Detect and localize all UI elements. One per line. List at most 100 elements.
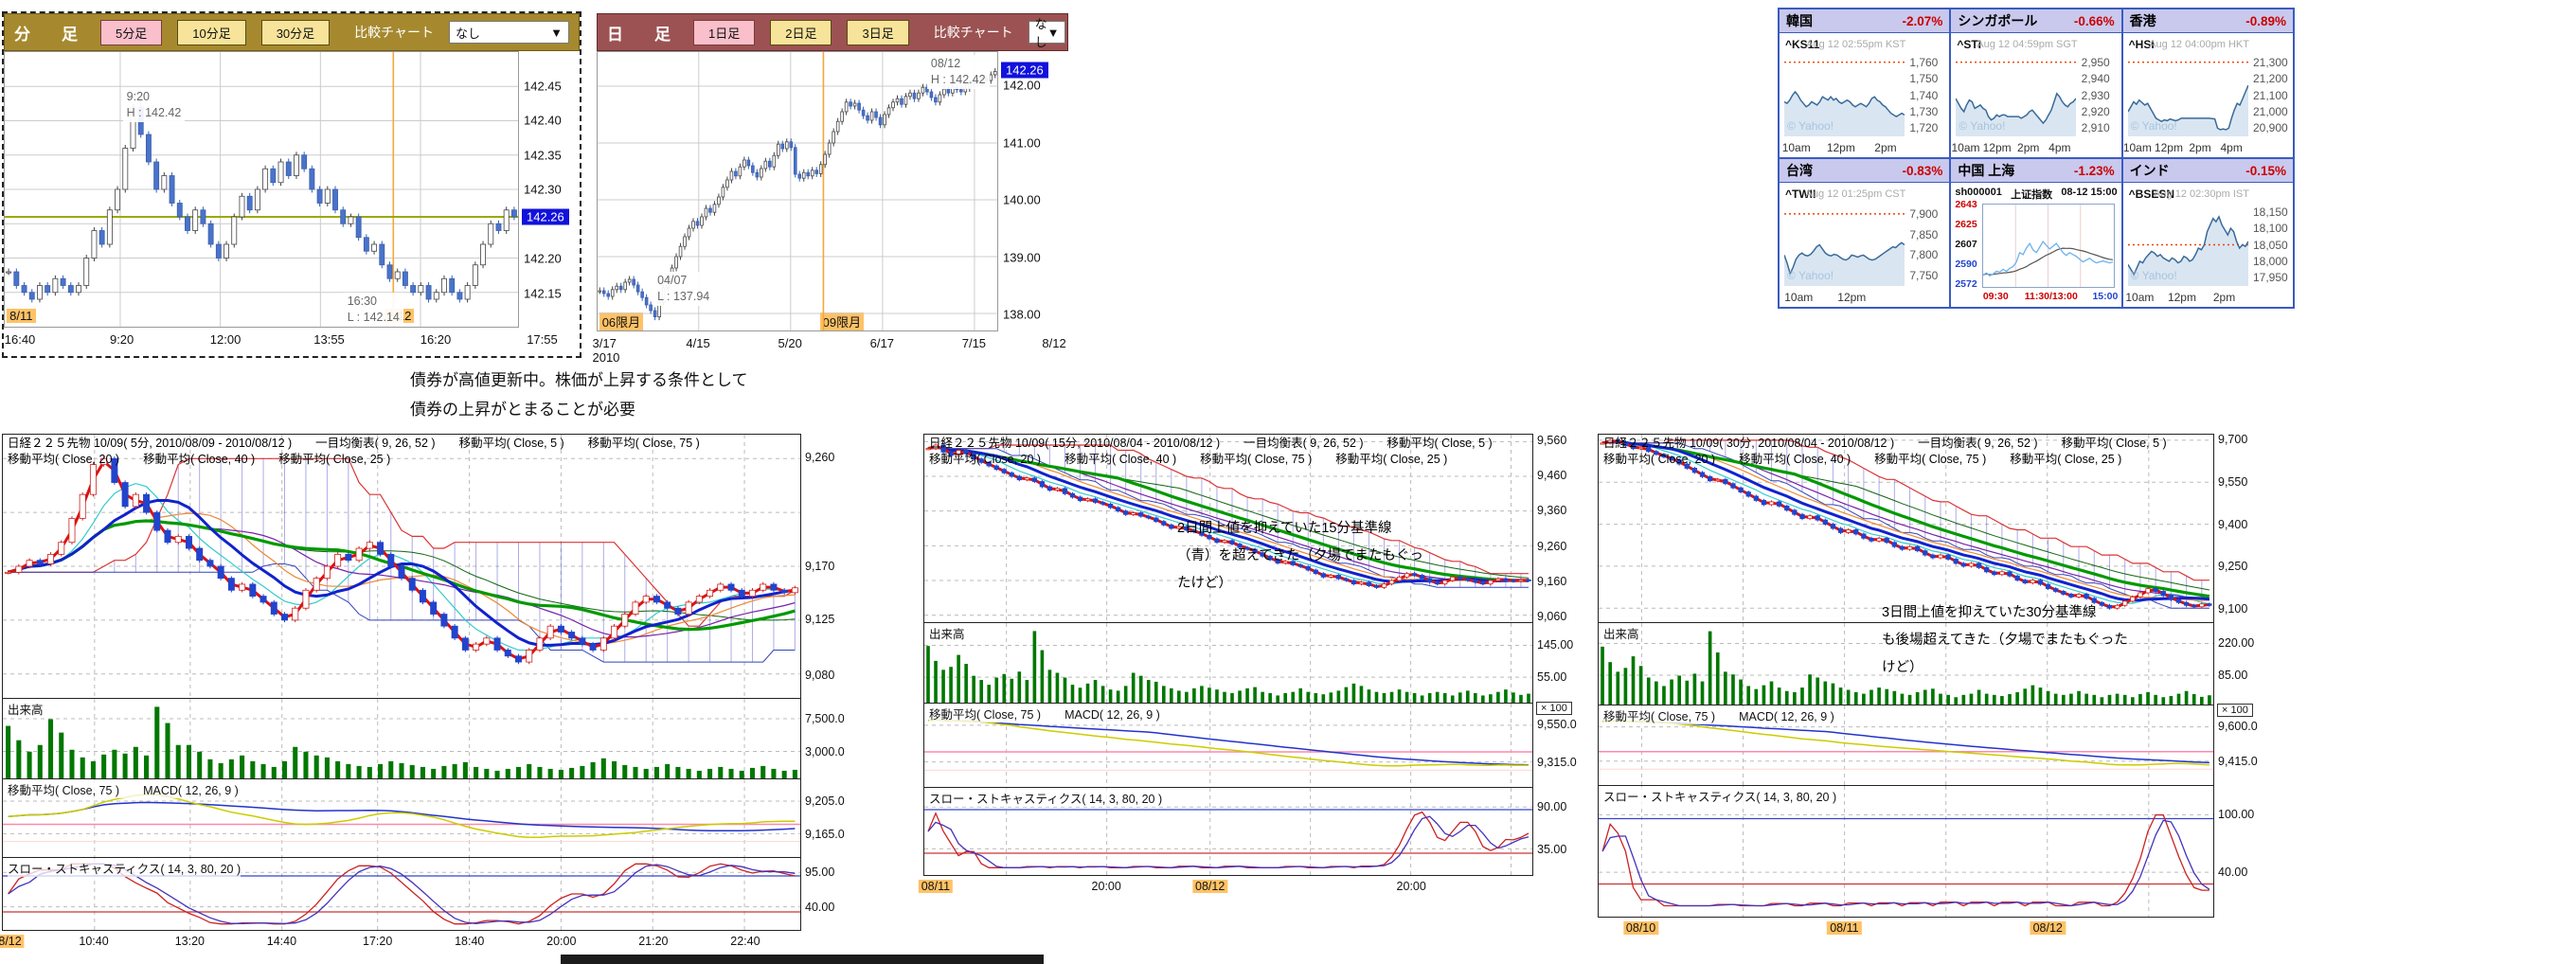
indicator-list: 移動平均( Close, 20 ) 移動平均( Close, 40 ) 移動平均… (929, 453, 1447, 466)
market-time: Aug 12 01:25pm CST (1806, 188, 1906, 200)
price-axis: 9,5609,4609,3609,2609,1609,060 (1533, 434, 1592, 623)
bond-daily-title: 日 足 (607, 21, 678, 45)
market-name: シンガポール (1958, 11, 2037, 30)
market-symbol: sh000001 (1955, 187, 2002, 201)
chart-title: 日経２２５先物 10/09( 15分, 2010/08/04 - 2010/08… (929, 437, 1493, 450)
market-change: -0.83% (1903, 164, 1943, 178)
compare-chart-select[interactable]: なし▼ (449, 21, 569, 44)
volume-axis: 7,500.03,000.0 (801, 698, 860, 779)
market-name: 台湾 (1786, 161, 1813, 180)
main-pane: 日経２２５先物 10/09( 30分, 2010/08/04 - 2010/08… (1598, 434, 2214, 623)
stochastics-axis: 95.0040.00 (801, 857, 860, 931)
time-axis: 08/1120:0008/1220:00 (923, 876, 1533, 899)
market-cell-shanghai[interactable]: 中国 上海-1.23% sh000001 上证指数 08-12 15:00 26… (1951, 159, 2120, 307)
market-change: -0.89% (2245, 14, 2286, 28)
index-name: 上证指数 (2011, 187, 2052, 201)
market-cell-taiwan[interactable]: 台湾-0.83% ^TWII Aug 12 01:25pm CST 7,9007… (1780, 159, 1949, 307)
chevron-down-icon: ▼ (550, 26, 563, 40)
price-axis: 9,7009,5509,4009,2509,100 (2214, 434, 2273, 623)
macd-label: 移動平均( Close, 75 ) MACD( 12, 26, 9 ) (8, 780, 239, 798)
yahoo-watermark: © Yahoo! (2131, 119, 2177, 133)
nikkei-5min-chart: 日経２２５先物 10/09( 5分, 2010/08/09 - 2010/08/… (2, 434, 860, 954)
world-markets-panel: 韓国-2.07% ^KS11 Aug 12 02:55pm KST 1,7601… (1778, 8, 2295, 309)
compare-chart-select[interactable]: なし▼ (1029, 21, 1066, 44)
stochastics-axis: 90.0035.00 (1533, 787, 1592, 876)
yahoo-watermark: © Yahoo! (1787, 269, 1834, 282)
stochastics-pane: スロー・ストキャスティクス( 14, 3, 80, 20 ) (923, 787, 1533, 876)
note-line2: 債券の上昇がとまることが必要 (410, 395, 748, 424)
stochastics-axis: 100.0040.00 (2214, 785, 2273, 918)
macd-pane: 移動平均( Close, 75 ) MACD( 12, 26, 9 ) (1598, 705, 2214, 786)
bond-daily-toolbar: 日 足 1日足 2日足 3日足 比較チャート なし▼ (597, 13, 1068, 51)
compare-chart-label: 比較チャート (934, 23, 1013, 42)
market-cell-hongkong[interactable]: 香港-0.89% ^HSI Aug 12 04:00pm HKT 21,3002… (2123, 9, 2293, 157)
yahoo-watermark: © Yahoo! (1787, 119, 1834, 133)
main-pane: 日経２２５先物 10/09( 5分, 2010/08/09 - 2010/08/… (2, 434, 801, 699)
desktop: 分 足 5分足 10分足 30分足 比較チャート なし▼ 9:20 H : 14… (0, 0, 2576, 964)
stochastics-pane: スロー・ストキャスティクス( 14, 3, 80, 20 ) (1598, 785, 2214, 918)
macd-axis: 9,205.09,165.0 (801, 778, 860, 858)
window-edge (561, 955, 1044, 964)
low-annotation: 04/07 L : 137.94 (653, 272, 713, 306)
market-name: 香港 (2130, 11, 2156, 30)
volume-label: 出来高 (8, 700, 44, 718)
volume-label: 出来高 (1603, 624, 1639, 642)
bond-minute-toolbar: 分 足 5分足 10分足 30分足 比較チャート なし▼ (4, 13, 580, 51)
annotation-30min: 3日間上値を抑えていた30分基準線 も後場超えてきた（夕場でまたもぐった けど） (1882, 599, 2175, 682)
market-time: Aug 12 04:59pm SGT (1977, 39, 2077, 50)
note-text: 債券が高値更新中。株価が上昇する条件として 債券の上昇がとまることが必要 (410, 366, 748, 424)
chart-title: 日経２２５先物 10/09( 5分, 2010/08/09 - 2010/08/… (8, 437, 700, 450)
price-axis: 9,2609,1709,1259,080 (801, 434, 860, 699)
volume-label: 出来高 (929, 624, 965, 642)
macd-axis: 9,550.09,315.0 (1533, 703, 1592, 788)
stochastics-label: スロー・ストキャスティクス( 14, 3, 80, 20 ) (8, 859, 241, 877)
macd-label: 移動平均( Close, 75 ) MACD( 12, 26, 9 ) (1603, 706, 1834, 724)
market-name: 韓国 (1786, 11, 1813, 30)
high-annotation: 9:20 H : 142.42 (123, 88, 186, 122)
chart-title: 日経２２５先物 10/09( 30分, 2010/08/04 - 2010/08… (1603, 437, 2167, 450)
last-price-tag: 142.26 (522, 209, 569, 225)
macd-pane: 移動平均( Close, 75 ) MACD( 12, 26, 9 ) (2, 778, 801, 858)
button-2day[interactable]: 2日足 (770, 20, 832, 45)
bond-daily-plot: 08/12 H : 142.42 04/07 L : 137.94 06限月09… (597, 51, 998, 331)
price-axis: 142.26 142.00141.00140.00139.00138.00 (998, 51, 1066, 331)
scale-tag: × 100 (1536, 702, 1572, 715)
nikkei-30min-chart: 3日間上値を抑えていた30分基準線 も後場超えてきた（夕場でまたもぐった けど）… (1598, 434, 2273, 940)
date-axis: 3/17 20104/155/206/177/158/12 (597, 331, 1068, 356)
macd-pane: 移動平均( Close, 75 ) MACD( 12, 26, 9 ) (923, 703, 1533, 788)
compare-chart-label: 比較チャート (354, 23, 434, 42)
market-time: Aug 12 02:55pm KST (1806, 39, 1905, 50)
volume-axis: × 100 220.0085.00 (2214, 622, 2273, 705)
time-axis: 16:409:2012:0013:5516:2017:55 (4, 328, 580, 352)
button-5min[interactable]: 5分足 (100, 20, 162, 45)
market-time: Aug 12 04:00pm HKT (2149, 39, 2249, 50)
stochastics-label: スロー・ストキャスティクス( 14, 3, 80, 20 ) (1603, 787, 1836, 805)
yahoo-watermark: © Yahoo! (2131, 269, 2177, 282)
market-change: -2.07% (1903, 14, 1943, 28)
time-axis: 08/1210:4013:2014:4017:2018:4020:0021:20… (2, 931, 801, 954)
low-annotation: 16:30 L : 142.14 (344, 293, 403, 327)
button-3day[interactable]: 3日足 (847, 20, 908, 45)
button-30min[interactable]: 30分足 (261, 20, 330, 45)
volume-axis: × 100 145.0055.00 (1533, 622, 1592, 704)
bond-daily-chart-window: 日 足 1日足 2日足 3日足 比較チャート なし▼ 08/12 H : 142… (597, 13, 1068, 362)
bond-minute-title: 分 足 (14, 21, 85, 45)
indicator-list: 移動平均( Close, 20 ) 移動平均( Close, 40 ) 移動平均… (8, 453, 390, 466)
market-cell-singapore[interactable]: シンガポール-0.66% ^STI Aug 12 04:59pm SGT 2,9… (1951, 9, 2120, 157)
market-name: インド (2130, 161, 2170, 180)
bond-minute-plot: 9:20 H : 142.42 16:30 L : 142.14 8/118/1… (4, 51, 519, 328)
scale-tag: × 100 (2217, 704, 2253, 717)
button-1day[interactable]: 1日足 (693, 20, 755, 45)
volume-pane: 出来高 (923, 622, 1533, 704)
stochastics-label: スロー・ストキャスティクス( 14, 3, 80, 20 ) (929, 789, 1162, 807)
market-time: 08-12 15:00 (2061, 187, 2117, 201)
market-change: -0.15% (2245, 164, 2286, 178)
market-cell-india[interactable]: インド-0.15% ^BSESN Aug 12 02:30pm IST 18,1… (2123, 159, 2293, 307)
market-cell-korea[interactable]: 韓国-2.07% ^KS11 Aug 12 02:55pm KST 1,7601… (1780, 9, 1949, 157)
stochastics-pane: スロー・ストキャスティクス( 14, 3, 80, 20 ) (2, 857, 801, 931)
button-10min[interactable]: 10分足 (177, 20, 245, 45)
bond-minute-chart-window: 分 足 5分足 10分足 30分足 比較チャート なし▼ 9:20 H : 14… (4, 13, 580, 356)
volume-pane: 出来高 (2, 698, 801, 779)
note-line1: 債券が高値更新中。株価が上昇する条件として (410, 366, 748, 395)
intraday-chart (1982, 204, 2114, 288)
